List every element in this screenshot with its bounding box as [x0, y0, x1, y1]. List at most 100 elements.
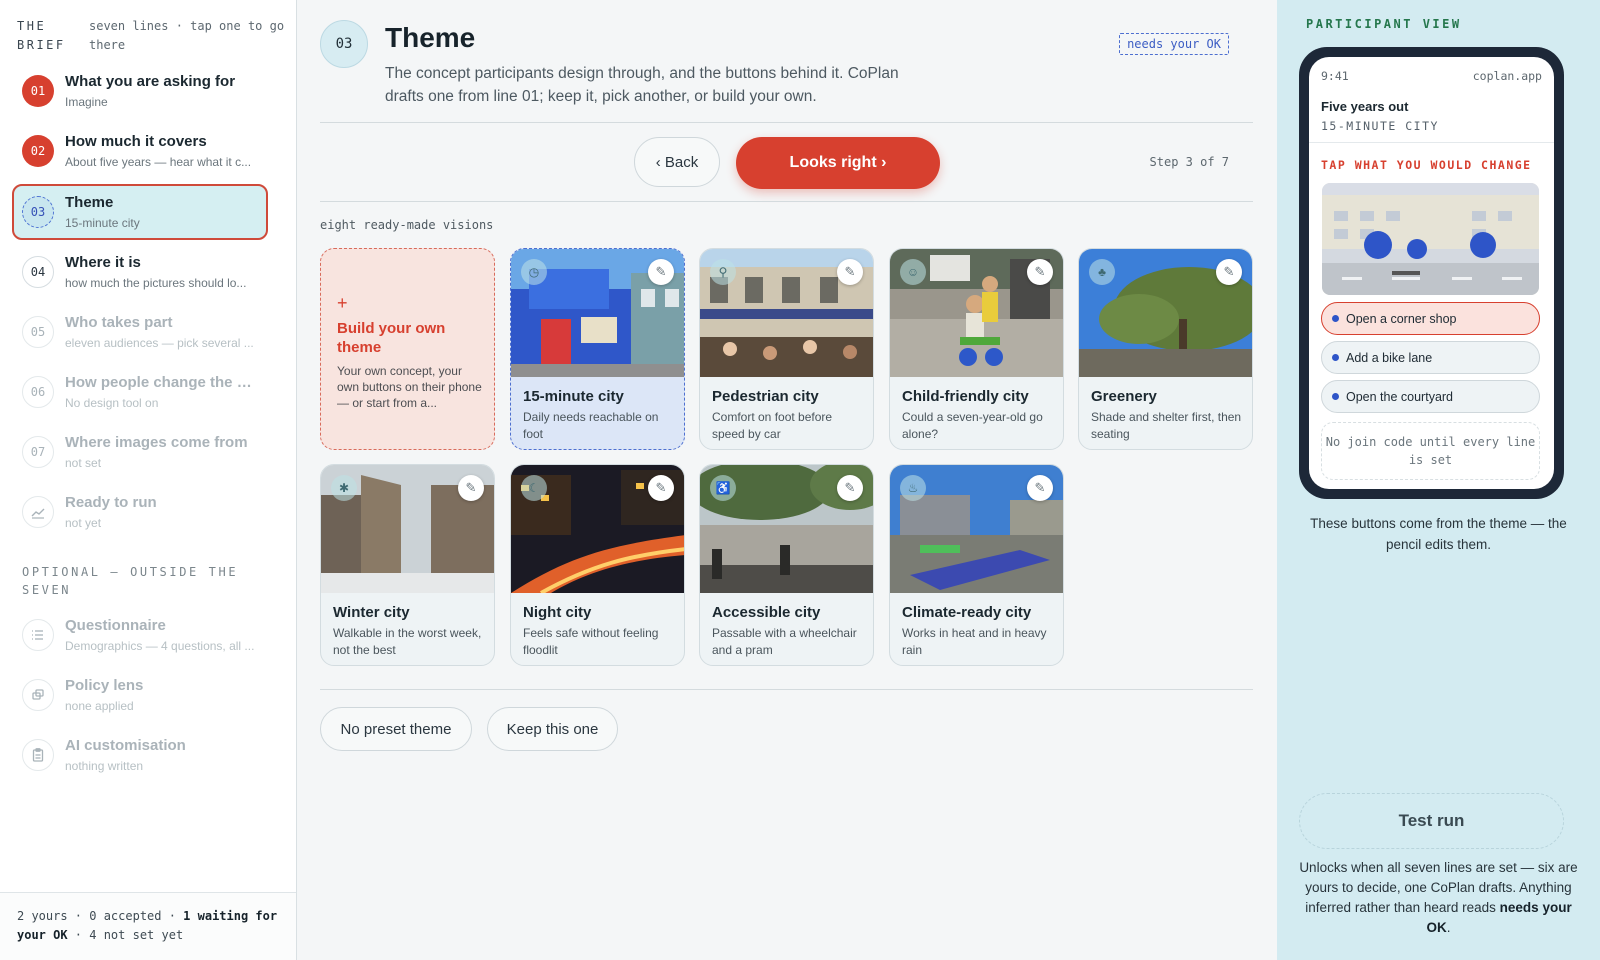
- pencil-edit-icon[interactable]: ✎: [837, 259, 863, 285]
- sidebar-item-subtitle: Demographics — 4 questions, all ...: [65, 639, 255, 653]
- back-button[interactable]: ‹ Back: [634, 137, 720, 187]
- card-title: Pedestrian city: [712, 388, 819, 405]
- sidebar-item-location[interactable]: 04 Where it is how much the pictures shou…: [12, 244, 268, 300]
- sidebar-item-subtitle: 15-minute city: [65, 216, 140, 230]
- theme-card-climate-ready-city[interactable]: ♨ ✎ Climate-ready city Works in heat and…: [889, 464, 1064, 666]
- pencil-edit-icon[interactable]: ✎: [1027, 475, 1053, 501]
- sidebar-item-title: Where it is: [65, 254, 141, 271]
- pencil-edit-icon[interactable]: ✎: [458, 475, 484, 501]
- sidebar-item-questionnaire[interactable]: Questionnaire Demographics — 4 questions,…: [12, 607, 268, 663]
- moon-icon: ☾: [521, 475, 547, 501]
- pencil-edit-icon[interactable]: ✎: [648, 475, 674, 501]
- participant-view-heading: PARTICIPANT VIEW: [1306, 17, 1462, 31]
- theme-card-child-friendly-city[interactable]: ☺ ✎ Child-friendly city Could a seven-ye…: [889, 248, 1064, 450]
- card-title: Child-friendly city: [902, 388, 1029, 405]
- app-window: THE BRIEF seven lines · tap one to go th…: [0, 0, 1600, 960]
- phone-heading: Five years out: [1321, 99, 1409, 114]
- card-description: Feels safe without feeling floodlit: [523, 626, 659, 657]
- theme-step-panel: 03 Theme The concept participants design…: [297, 0, 1277, 960]
- sidebar-item-title: Questionnaire: [65, 617, 166, 634]
- participant-view-note: These buttons come from the theme — the …: [1310, 516, 1567, 552]
- unlock-end: .: [1446, 920, 1451, 935]
- brief-subtitle: seven lines · tap one to go there: [89, 19, 285, 52]
- theme-card-winter-city[interactable]: ✱ ✎ Winter city Walkable in the worst we…: [320, 464, 495, 666]
- sidebar-item-subtitle: none applied: [65, 699, 134, 713]
- card-title: Winter city: [333, 604, 410, 621]
- card-description: Your own concept, your own buttons on th…: [337, 364, 482, 410]
- lens-icon: [22, 679, 54, 711]
- sidebar-item-title: Theme: [65, 194, 114, 211]
- step-number-badge: 07: [22, 436, 54, 468]
- step-number-badge: 01: [22, 75, 54, 107]
- phone-divider: [1309, 142, 1554, 143]
- sidebar-item-participants[interactable]: 05 Who takes part eleven audiences — pick…: [12, 304, 268, 360]
- participant-view-panel: PARTICIPANT VIEW 9:41 coplan.app Five yea…: [1277, 0, 1600, 960]
- bullet-icon: [1332, 354, 1339, 361]
- build-own-theme-card[interactable]: + Build your own theme Your own concept,…: [320, 248, 495, 450]
- sidebar-item-subtitle: nothing written: [65, 759, 144, 773]
- sidebar-item-subtitle: not yet: [65, 516, 102, 530]
- sidebar-item-policy-lens[interactable]: Policy lens none applied: [12, 667, 268, 723]
- sidebar-item-ready[interactable]: Ready to run not yet: [12, 484, 268, 540]
- card-description: Shade and shelter first, then seating: [1091, 410, 1242, 441]
- clipboard-icon: [22, 739, 54, 771]
- pencil-edit-icon[interactable]: ✎: [837, 475, 863, 501]
- phone-mockup: 9:41 coplan.app Five years out 15-MINUTE …: [1299, 47, 1564, 499]
- phone-tap-label: TAP WHAT YOU WOULD CHANGE: [1321, 158, 1532, 172]
- phone-option-bike-lane[interactable]: Add a bike lane: [1321, 341, 1540, 374]
- card-title: 15-minute city: [523, 388, 624, 405]
- plus-icon: +: [337, 293, 348, 313]
- pencil-edit-icon[interactable]: ✎: [648, 259, 674, 285]
- sidebar-item-theme[interactable]: 03 Theme 15-minute city: [12, 184, 268, 240]
- theme-card-night-city[interactable]: ☾ ✎ Night city Feels safe without feelin…: [510, 464, 685, 666]
- footer-text-end: · 4 not set yet: [67, 928, 184, 942]
- sidebar-item-subtitle: No design tool on: [65, 396, 159, 410]
- chart-icon: [22, 496, 54, 528]
- wheelchair-icon: ♿: [710, 475, 736, 501]
- sidebar-item-title: How people change the pi...: [65, 374, 257, 391]
- needs-ok-badge: needs your OK: [1119, 33, 1229, 55]
- step-number-badge: 04: [22, 256, 54, 288]
- option-label: Open a corner shop: [1346, 311, 1457, 326]
- sidebar-item-subtitle: About five years — hear what it c...: [65, 155, 252, 169]
- sidebar-item-title: Who takes part: [65, 314, 173, 331]
- sidebar-item-subtitle: not set: [65, 456, 102, 470]
- page-description: The concept participants design through,…: [385, 65, 899, 105]
- step-counter: Step 3 of 7: [1149, 155, 1229, 169]
- looks-right-button[interactable]: Looks right ›: [736, 137, 940, 189]
- pencil-edit-icon[interactable]: ✎: [1027, 259, 1053, 285]
- theme-card-accessible-city[interactable]: ♿ ✎ Accessible city Passable with a whee…: [699, 464, 874, 666]
- phone-status-bar: 9:41 coplan.app: [1321, 69, 1542, 83]
- sidebar-item-title: AI customisation: [65, 737, 186, 754]
- sidebar-item-title: Policy lens: [65, 677, 144, 694]
- card-description: Comfort on foot before speed by car: [712, 410, 833, 441]
- test-run-button[interactable]: Test run: [1299, 793, 1564, 849]
- sidebar-item-subtitle: how much the pictures should lo...: [65, 276, 247, 290]
- sidebar-item-coverage[interactable]: 02 How much it covers About five years — …: [12, 123, 268, 179]
- page-title: Theme: [385, 22, 476, 53]
- footer-text: 2 yours · 0 accepted ·: [17, 909, 184, 923]
- sidebar-item-image-source[interactable]: 07 Where images come from not set: [12, 424, 268, 480]
- pencil-edit-icon[interactable]: ✎: [1216, 259, 1242, 285]
- theme-card-pedestrian-city[interactable]: ⚲ ✎ Pedestrian city Comfort on foot befo…: [699, 248, 874, 450]
- sidebar-item-what-you-ask[interactable]: 01 What you are asking for Imagine: [12, 63, 268, 119]
- tree-icon: ♣: [1089, 259, 1115, 285]
- theme-card-15-minute-city[interactable]: ◷ ✎ 15-minute city Daily needs reachable…: [510, 248, 685, 450]
- card-description: Works in heat and in heavy rain: [902, 626, 1047, 657]
- phone-option-corner-shop[interactable]: Open a corner shop: [1321, 302, 1540, 335]
- card-title: Greenery: [1091, 388, 1157, 405]
- optional-heading: OPTIONAL — OUTSIDE THE SEVEN: [22, 565, 239, 597]
- keep-this-one-button[interactable]: Keep this one: [487, 707, 618, 751]
- sidebar-item-design-tool[interactable]: 06 How people change the pi... No design …: [12, 364, 268, 420]
- theme-card-greenery[interactable]: ♣ ✎ Greenery Shade and shelter first, th…: [1078, 248, 1253, 450]
- child-icon: ☺: [900, 259, 926, 285]
- sidebar-item-subtitle: Imagine: [65, 95, 108, 109]
- no-preset-theme-button[interactable]: No preset theme: [320, 707, 472, 751]
- card-description: Passable with a wheelchair and a pram: [712, 626, 857, 657]
- sidebar-item-ai-customisation[interactable]: AI customisation nothing written: [12, 727, 268, 783]
- sidebar-item-title: Where images come from: [65, 434, 248, 451]
- phone-theme: 15-MINUTE CITY: [1321, 119, 1439, 133]
- phone-option-courtyard[interactable]: Open the courtyard: [1321, 380, 1540, 413]
- sidebar-status-footer: 2 yours · 0 accepted · 1 waiting for you…: [0, 892, 296, 960]
- option-label: Open the courtyard: [1346, 389, 1454, 404]
